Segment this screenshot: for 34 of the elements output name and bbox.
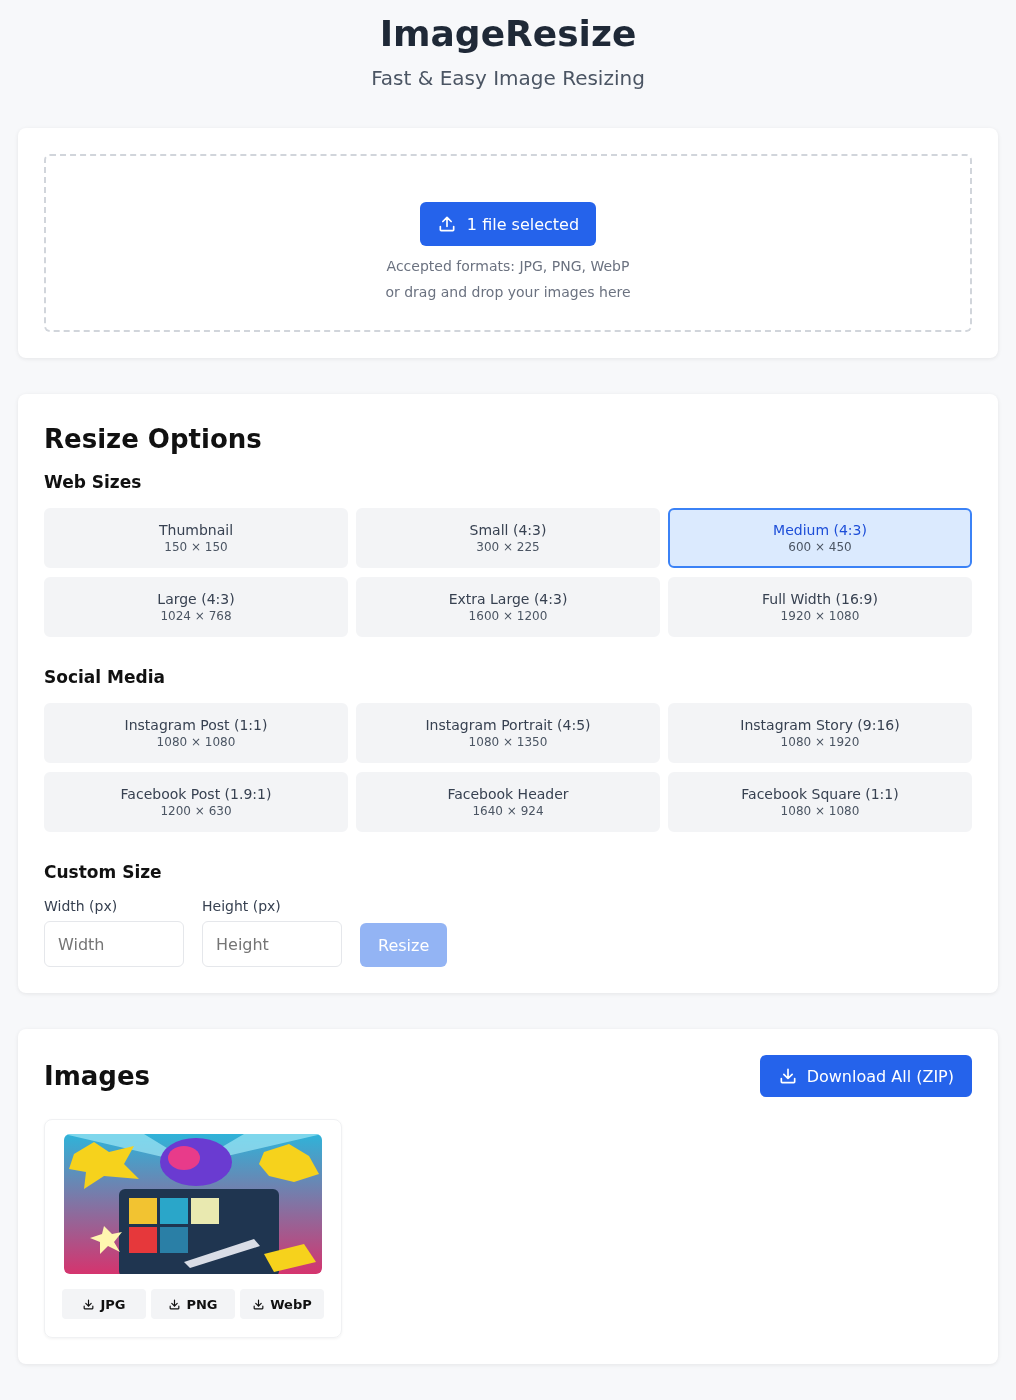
field-label: Width (px)	[44, 898, 119, 914]
size-preset[interactable]: Instagram Portrait (4:5) 1080 × 1350	[356, 703, 660, 763]
size-preset[interactable]: Facebook Header 1640 × 924	[356, 772, 660, 832]
group-heading: Web Sizes	[44, 472, 143, 492]
drop-hint: or drag and drop your images here	[385, 284, 631, 300]
file-select-button[interactable]: 1 file selected	[419, 202, 597, 246]
download-all-button[interactable]: Download All (ZIP)	[759, 1055, 972, 1097]
format-download-button[interactable]: PNG	[151, 1289, 235, 1319]
field-label: Height (px)	[202, 898, 282, 914]
size-preset[interactable]: Instagram Post (1:1) 1080 × 1080	[44, 703, 348, 763]
download-icon	[252, 1297, 266, 1311]
size-preset[interactable]: Medium (4:3) 600 × 450	[668, 508, 972, 568]
app-title: ImageResize	[378, 12, 638, 56]
size-preset[interactable]: Instagram Story (9:16) 1080 × 1920	[668, 703, 972, 763]
input-field[interactable]: Width	[44, 921, 184, 967]
accepted-formats: Accepted formats: JPG, PNG, WebP	[386, 258, 630, 274]
format-download-button[interactable]: WebP	[240, 1289, 324, 1319]
size-preset[interactable]: Full Width (16:9) 1920 × 1080	[668, 577, 972, 637]
drop-zone[interactable]: 1 file selected Accepted formats: JPG, PNG, WebP or drag and drop your images here	[44, 154, 972, 332]
size-preset[interactable]: Thumbnail 150 × 150	[44, 508, 348, 568]
download-icon	[82, 1297, 96, 1311]
size-preset[interactable]: Small (4:3) 300 × 225	[356, 508, 660, 568]
section-title: Resize Options	[44, 424, 263, 454]
input-field[interactable]: Height	[202, 921, 342, 967]
size-preset[interactable]: Extra Large (4:3) 1600 × 1200	[356, 577, 660, 637]
size-preset[interactable]: Large (4:3) 1024 × 768	[44, 577, 348, 637]
size-preset[interactable]: Facebook Post (1.9:1) 1200 × 630	[44, 772, 348, 832]
size-preset[interactable]: Facebook Square (1:1) 1080 × 1080	[668, 772, 972, 832]
download-icon	[168, 1297, 182, 1311]
group-heading: Social Media	[44, 667, 166, 687]
format-download-button[interactable]: JPG	[62, 1289, 146, 1319]
app-subtitle: Fast & Easy Image Resizing	[370, 66, 646, 90]
group-heading: Custom Size	[44, 862, 163, 882]
section-title: Images	[44, 1061, 151, 1091]
